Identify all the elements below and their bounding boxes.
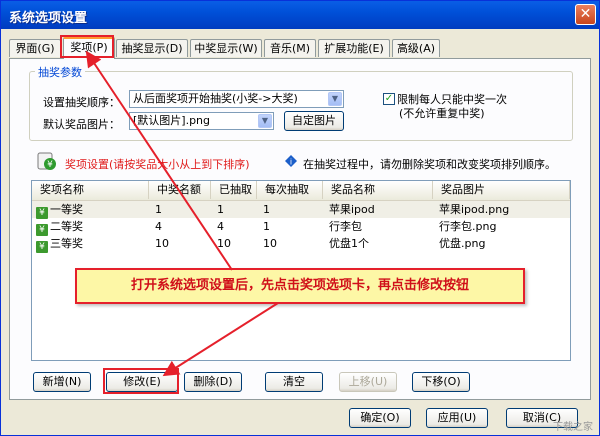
table-row[interactable]: ¥ 二等奖 4 4 1 行李包 行李包.png xyxy=(32,218,570,236)
limit-once-sublabel: (不允许重复中奖) xyxy=(399,107,485,120)
move-down-button[interactable]: 下移(O) xyxy=(412,372,470,392)
watermark: 下载之家 xyxy=(553,422,593,433)
per-draw-cell: 10 xyxy=(263,237,277,250)
prize-settings-icon: ¥ xyxy=(37,152,56,170)
chevron-down-icon[interactable]: ▼ xyxy=(328,92,342,106)
draw-order-value: 从后面奖项开始抽奖(小奖->大奖) xyxy=(133,92,298,105)
table-header: 奖项名称 中奖名额 已抽取 每次抽取 奖品名称 奖品图片 xyxy=(32,181,570,201)
draw-order-label: 设置抽奖顺序： xyxy=(43,96,120,109)
drawn-cell: 4 xyxy=(217,220,224,233)
ok-button[interactable]: 确定(O) xyxy=(349,408,411,428)
column-header[interactable]: 中奖名额 xyxy=(149,181,211,199)
default-image-value: [默认图片].png xyxy=(133,114,211,127)
drawn-cell: 1 xyxy=(217,203,224,216)
quota-cell: 4 xyxy=(155,220,162,233)
clear-button[interactable]: 清空 xyxy=(265,372,323,392)
apply-button[interactable]: 应用(U) xyxy=(426,408,488,428)
tab-draw-display[interactable]: 抽奖显示(D) xyxy=(116,39,188,57)
quota-cell: 1 xyxy=(155,203,162,216)
tab-advanced[interactable]: 高级(A) xyxy=(392,39,440,57)
close-button[interactable]: ✕ xyxy=(575,4,596,25)
table-row[interactable]: ¥ 一等奖 1 1 1 苹果ipod 苹果ipod.png xyxy=(32,201,570,219)
column-header[interactable]: 奖项名称 xyxy=(32,181,149,199)
edit-button[interactable]: 修改(E) xyxy=(106,372,178,392)
instruction-callout: 打开系统选项设置后，先点击奖项选项卡，再点击修改按钮 xyxy=(75,268,525,304)
gift-name-cell: 苹果ipod xyxy=(329,203,375,216)
options-dialog: 系统选项设置 ✕ 界面(G) 奖项(P) 抽奖显示(D) 中奖显示(W) 音乐(… xyxy=(0,0,600,436)
column-header[interactable]: 奖品名称 xyxy=(323,181,433,199)
chevron-down-icon[interactable]: ▼ xyxy=(258,114,272,128)
tab-prizes[interactable]: 奖项(P) xyxy=(63,37,115,59)
default-image-label: 默认奖品图片： xyxy=(43,118,120,131)
prize-icon: ¥ xyxy=(36,241,48,253)
info-icon: i xyxy=(285,155,297,167)
title-bar[interactable]: 系统选项设置 ✕ xyxy=(1,1,599,29)
lottery-params-title: 抽奖参数 xyxy=(35,64,85,80)
column-header[interactable]: 奖品图片 xyxy=(433,181,570,199)
delete-button[interactable]: 删除(D) xyxy=(184,372,242,392)
gift-image-cell: 行李包.png xyxy=(439,220,497,233)
gift-name-cell: 行李包 xyxy=(329,220,362,233)
prize-settings-title: 奖项设置(请按奖品大小从上到下排序) xyxy=(65,158,250,171)
add-button[interactable]: 新增(N) xyxy=(33,372,91,392)
per-draw-cell: 1 xyxy=(263,203,270,216)
drawn-cell: 10 xyxy=(217,237,231,250)
column-header[interactable]: 每次抽取 xyxy=(257,181,323,199)
tab-music[interactable]: 音乐(M) xyxy=(264,39,316,57)
quota-cell: 10 xyxy=(155,237,169,250)
gift-image-cell: 苹果ipod.png xyxy=(439,203,510,216)
gift-image-cell: 优盘.png xyxy=(439,237,486,250)
draw-order-select[interactable]: 从后面奖项开始抽奖(小奖->大奖) ▼ xyxy=(129,90,344,108)
table-row[interactable]: ¥ 三等奖 10 10 10 优盘1个 优盘.png xyxy=(32,235,570,253)
svg-text:i: i xyxy=(290,158,292,167)
tab-winner-display[interactable]: 中奖显示(W) xyxy=(190,39,262,57)
info-text: 在抽奖过程中，请勿删除奖项和改变奖项排列顺序。 xyxy=(303,158,556,171)
move-up-button[interactable]: 上移(U) xyxy=(339,372,397,392)
tab-extensions[interactable]: 扩展功能(E) xyxy=(318,39,390,57)
window-title: 系统选项设置 xyxy=(9,11,88,26)
per-draw-cell: 1 xyxy=(263,220,270,233)
column-header[interactable]: 已抽取 xyxy=(211,181,257,199)
prize-name: 三等奖 xyxy=(50,237,83,250)
custom-image-button[interactable]: 自定图片 xyxy=(284,111,344,131)
svg-text:¥: ¥ xyxy=(47,160,53,170)
prize-name: 一等奖 xyxy=(50,203,83,216)
gift-name-cell: 优盘1个 xyxy=(329,237,369,250)
tab-interface[interactable]: 界面(G) xyxy=(9,39,61,57)
limit-once-checkbox[interactable]: ✓ xyxy=(383,93,395,105)
default-image-select[interactable]: [默认图片].png ▼ xyxy=(129,112,274,130)
prize-name: 二等奖 xyxy=(50,220,83,233)
